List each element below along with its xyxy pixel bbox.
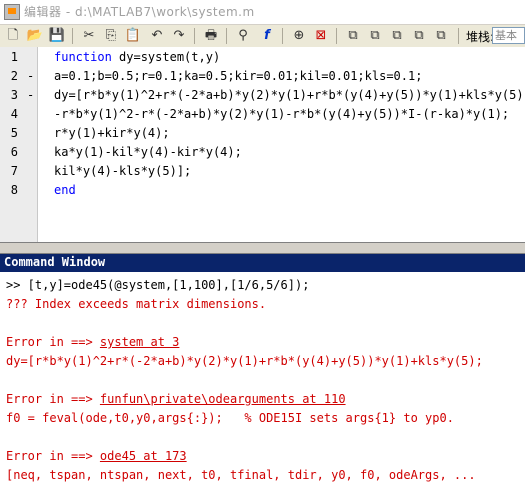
line-number: 2 bbox=[10, 69, 18, 83]
error-prefix: Error in ==> bbox=[6, 392, 100, 406]
error-location: Error in ==> ode45 at 173 bbox=[6, 447, 187, 465]
error-link-system[interactable]: system at 3 bbox=[100, 335, 179, 349]
pane-splitter[interactable] bbox=[0, 242, 525, 254]
stack-label: 堆栈: bbox=[466, 30, 495, 44]
stack-select[interactable]: 基本 bbox=[492, 27, 525, 44]
error-source-line: f0 = feval(ode,t0,y0,args{:}); % ODE15I … bbox=[6, 411, 454, 425]
editor-app-icon bbox=[4, 4, 20, 20]
cut-icon[interactable]: ✂ bbox=[80, 27, 98, 45]
command-window-header: Command Window bbox=[0, 254, 525, 272]
code-line: 8 end bbox=[0, 181, 525, 200]
exit-debug-icon[interactable]: ⧉ bbox=[432, 27, 450, 45]
code-line: 2 - a=0.1;b=0.5;r=0.1;ka=0.5;kir=0.01;ki… bbox=[0, 67, 525, 86]
code-content: ka*y(1)-kil*y(4)-kir*y(4); bbox=[54, 145, 242, 159]
line-number: 6 bbox=[10, 145, 18, 159]
undo-icon[interactable]: ↶ bbox=[148, 27, 166, 45]
code-content: dy=[r*b*y(1)^2+r*(-2*a+b)*y(2)*y(1)+r*b*… bbox=[54, 88, 525, 102]
title-bar: 编辑器 - d:\MATLAB7\work\system.m bbox=[0, 0, 525, 25]
keyword: function bbox=[54, 50, 112, 64]
error-prefix: Error in ==> bbox=[6, 449, 100, 463]
step-out-icon[interactable]: ⧉ bbox=[388, 27, 406, 45]
code-line: 7 kil*y(4)-kls*y(5)]; bbox=[0, 162, 525, 181]
line-number: 1 bbox=[10, 50, 18, 64]
paste-icon[interactable]: 📋 bbox=[124, 27, 142, 45]
error-source-line: dy=[r*b*y(1)^2+r*(-2*a+b)*y(2)*y(1)+r*b*… bbox=[6, 354, 483, 368]
code-content: dy=system(t,y) bbox=[111, 50, 221, 64]
command-window-title: Command Window bbox=[4, 255, 106, 269]
open-folder-icon[interactable]: 📂 bbox=[26, 27, 44, 45]
keyword: end bbox=[54, 183, 76, 197]
line-number: 4 bbox=[10, 107, 18, 121]
new-file-icon[interactable]: 🗋 bbox=[4, 27, 22, 45]
step-icon[interactable]: ⧉ bbox=[344, 27, 362, 45]
command-window[interactable]: >> [t,y]=ode45(@system,[1,100],[1/6,5/6]… bbox=[0, 272, 525, 497]
code-text: end bbox=[54, 181, 76, 200]
line-number: 7 bbox=[10, 164, 18, 178]
error-source-line: [neq, tspan, ntspan, next, t0, tfinal, t… bbox=[6, 468, 476, 482]
code-content: r*y(1)+kir*y(4); bbox=[54, 126, 170, 140]
step-in-icon[interactable]: ⧉ bbox=[366, 27, 384, 45]
error-location: Error in ==> system at 3 bbox=[6, 333, 179, 351]
code-text: function dy=system(t,y) bbox=[54, 48, 220, 67]
clear-breakpoints-icon[interactable]: ⊠ bbox=[312, 27, 330, 45]
redo-icon[interactable]: ↷ bbox=[170, 27, 188, 45]
code-line: 4 -r*b*y(1)^2-r*(-2*a+b)*y(2)*y(1)-r*b*(… bbox=[0, 105, 525, 124]
code-line: 1 function dy=system(t,y) bbox=[0, 48, 525, 67]
save-icon[interactable]: 💾 bbox=[48, 27, 66, 45]
line-number: 3 bbox=[10, 88, 18, 102]
error-prefix: Error in ==> bbox=[6, 335, 100, 349]
error-link-odearguments[interactable]: funfun\private\odearguments at 110 bbox=[100, 392, 346, 406]
breakpoint-marker[interactable]: - bbox=[27, 86, 34, 105]
breakpoint-marker[interactable]: - bbox=[27, 67, 34, 86]
error-location: Error in ==> funfun\private\odearguments… bbox=[6, 390, 346, 408]
line-number: 8 bbox=[10, 183, 18, 197]
error-link-ode45[interactable]: ode45 at 173 bbox=[100, 449, 187, 463]
code-line: 6 ka*y(1)-kil*y(4)-kir*y(4); bbox=[0, 143, 525, 162]
code-content: a=0.1;b=0.5;r=0.1;ka=0.5;kir=0.01;kil=0.… bbox=[54, 69, 423, 83]
set-breakpoint-icon[interactable]: ⊕ bbox=[290, 27, 308, 45]
copy-icon[interactable]: ⎘ bbox=[102, 27, 120, 45]
code-line: 5 r*y(1)+kir*y(4); bbox=[0, 124, 525, 143]
command-prompt-line: >> [t,y]=ode45(@system,[1,100],[1/6,5/6]… bbox=[6, 278, 310, 292]
code-content: -r*b*y(1)^2-r*(-2*a+b)*y(2)*y(1)-r*b*(y(… bbox=[54, 107, 510, 121]
find-binoculars-icon[interactable]: ⚲ bbox=[234, 27, 252, 45]
toolbar: 🗋 📂 💾 ✂ ⎘ 📋 ↶ ↷ 🖶 ⚲ f ⊕ ⊠ ⧉ ⧉ ⧉ ⧉ ⧉ 堆栈: … bbox=[0, 25, 525, 48]
line-number: 5 bbox=[10, 126, 18, 140]
code-editor[interactable]: 1 function dy=system(t,y) 2 - a=0.1;b=0.… bbox=[0, 47, 525, 242]
code-content: kil*y(4)-kls*y(5)]; bbox=[54, 164, 192, 178]
code-line: 3 - dy=[r*b*y(1)^2+r*(-2*a+b)*y(2)*y(1)+… bbox=[0, 86, 525, 105]
error-message: ??? Index exceeds matrix dimensions. bbox=[6, 297, 267, 311]
print-icon[interactable]: 🖶 bbox=[202, 27, 220, 45]
function-icon[interactable]: f bbox=[258, 27, 276, 45]
continue-icon[interactable]: ⧉ bbox=[410, 27, 428, 45]
window-title: 编辑器 - d:\MATLAB7\work\system.m bbox=[24, 5, 255, 19]
